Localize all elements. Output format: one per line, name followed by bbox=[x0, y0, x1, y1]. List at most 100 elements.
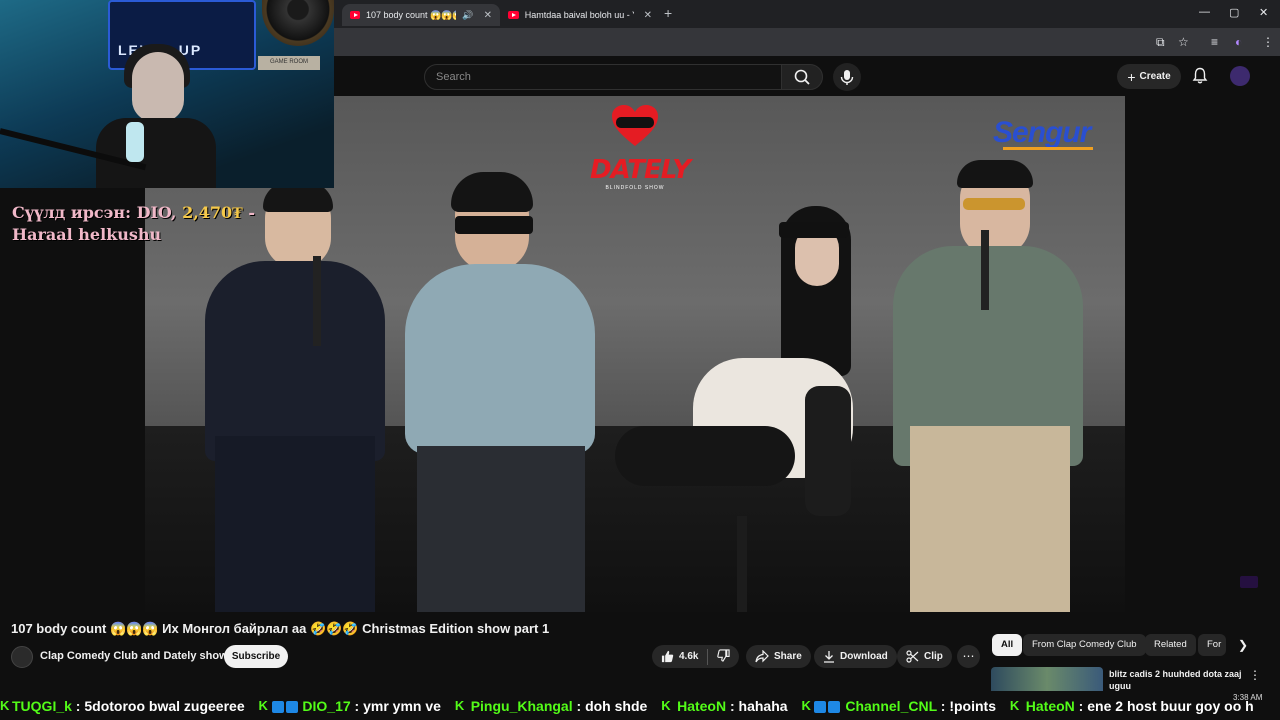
media-controls-icon[interactable]: ≡ bbox=[1211, 35, 1218, 49]
download-icon bbox=[824, 651, 834, 663]
install-app-icon[interactable]: ⧉ bbox=[1156, 35, 1165, 50]
microphone-icon bbox=[840, 70, 854, 85]
search-button[interactable] bbox=[781, 64, 823, 90]
more-icon: ⋯ bbox=[962, 649, 975, 663]
streamer-webcam: LEVEL UP GAME ROOM bbox=[0, 0, 334, 188]
chat-user: HateoN bbox=[1025, 698, 1075, 714]
chat-user: TUQGI_k bbox=[12, 698, 72, 714]
chat-user: Channel_CNL bbox=[845, 698, 937, 714]
tab-active-video[interactable]: 107 body count 😱😱😱 Их 🔊 ✕ bbox=[342, 4, 500, 26]
streamer-body bbox=[96, 118, 216, 188]
channel-name[interactable]: Clap Comedy Club and Dately show bbox=[40, 650, 228, 662]
minimize-button[interactable]: — bbox=[1199, 6, 1210, 18]
chat-user: DIO_17 bbox=[302, 698, 351, 714]
bell-icon bbox=[1192, 67, 1208, 84]
like-count: 4.6k bbox=[679, 651, 699, 662]
download-label: Download bbox=[840, 651, 888, 662]
streamer-microphone bbox=[126, 122, 144, 162]
thumbs-up-icon bbox=[661, 650, 674, 663]
recommended-title[interactable]: blitz cadis 2 huuhded dota zaaj uguu bbox=[1109, 668, 1245, 692]
chat-message: K HateoN : hahaha bbox=[661, 698, 788, 714]
chip-for-you[interactable]: For bbox=[1198, 634, 1226, 656]
account-avatar[interactable] bbox=[1230, 66, 1250, 86]
chip-all[interactable]: All bbox=[992, 634, 1023, 656]
create-button[interactable]: + Create bbox=[1117, 64, 1181, 89]
thumbs-down-icon bbox=[717, 648, 731, 662]
screen: 107 body count 😱😱😱 Их 🔊 ✕ Hamtdaa baival… bbox=[0, 0, 1280, 720]
chat-message: K Pingu_Khangal : doh shde bbox=[454, 698, 648, 714]
share-label: Share bbox=[774, 651, 802, 662]
heart-blindfold-icon bbox=[612, 105, 658, 146]
dately-wordmark: DATELY bbox=[590, 155, 691, 185]
badge-icon bbox=[814, 701, 827, 714]
tab-second-video[interactable]: Hamtdaa baival boloh uu - You ✕ bbox=[500, 4, 660, 26]
chat-user: HateoN bbox=[677, 698, 727, 714]
kick-icon: K bbox=[1009, 698, 1020, 713]
kick-icon: K bbox=[0, 698, 10, 713]
chat-message: K DIO_17 : ymr ymn ve bbox=[258, 698, 441, 714]
video-title: 107 body count 😱😱😱 Их Монгол байрлал аа … bbox=[11, 621, 550, 636]
badge-icon bbox=[285, 701, 298, 714]
system-clock: 3:38 AM bbox=[1233, 693, 1263, 702]
chat-message: K TUQGI_k : 5dotoroo bwal zugeeree bbox=[0, 698, 245, 714]
kick-icon: K bbox=[801, 698, 811, 713]
like-dislike-group: 4.6k bbox=[652, 645, 740, 668]
donation-alert: Сүүлд ирсэн: DIO, 2,470₮ - Haraal helkush… bbox=[12, 202, 257, 246]
search-input[interactable]: Search bbox=[424, 64, 782, 90]
channel-avatar[interactable] bbox=[11, 646, 33, 668]
tab-title: Hamtdaa baival boloh uu - You bbox=[524, 10, 634, 20]
clip-label: Clip bbox=[924, 651, 943, 662]
chat-text: hahaha bbox=[738, 698, 788, 714]
recommended-thumbnail[interactable] bbox=[991, 667, 1103, 691]
close-window-button[interactable]: ✕ bbox=[1259, 6, 1268, 19]
donation-amount: 2,470₮ bbox=[182, 203, 243, 222]
divider bbox=[707, 648, 709, 665]
dately-logo: DATELY BLINDFOLD SHOW bbox=[590, 104, 691, 191]
chat-text: !points bbox=[949, 698, 996, 714]
dislike-button[interactable] bbox=[717, 648, 731, 665]
chip-from-channel[interactable]: From Clap Comedy Club bbox=[1023, 634, 1146, 656]
share-icon bbox=[755, 650, 769, 663]
badge-icon bbox=[828, 701, 841, 714]
download-button[interactable]: Download bbox=[814, 645, 897, 668]
search-icon bbox=[794, 69, 810, 85]
chevron-right-icon[interactable]: ❯ bbox=[1238, 638, 1248, 652]
tab-close-icon[interactable]: ✕ bbox=[644, 10, 652, 21]
scissors-icon bbox=[906, 650, 919, 663]
browser-menu-icon[interactable]: ⋮ bbox=[1262, 35, 1274, 49]
stool bbox=[805, 386, 851, 516]
chip-related[interactable]: Related bbox=[1145, 634, 1196, 656]
speaker-icon: 🔊 bbox=[462, 9, 474, 20]
tab-close-icon[interactable]: ✕ bbox=[484, 10, 492, 21]
create-label: Create bbox=[1139, 71, 1171, 82]
chat-text: ymr ymn ve bbox=[363, 698, 441, 714]
dately-subtitle: BLINDFOLD SHOW bbox=[605, 185, 665, 191]
bookmark-star-icon[interactable]: ☆ bbox=[1178, 35, 1189, 49]
share-button[interactable]: Share bbox=[746, 645, 811, 668]
new-tab-button[interactable]: + bbox=[664, 5, 672, 21]
donation-label: Сүүлд ирсэн: DIO, bbox=[12, 203, 183, 222]
restore-button[interactable]: ▢ bbox=[1229, 6, 1239, 19]
voice-search-button[interactable] bbox=[833, 63, 861, 91]
channel-watermark-icon[interactable] bbox=[1240, 576, 1258, 588]
notifications-button[interactable] bbox=[1192, 67, 1208, 90]
recommended-menu-icon[interactable]: ⋮ bbox=[1249, 668, 1261, 682]
badge-icon bbox=[271, 701, 284, 714]
tab-title: 107 body count 😱😱😱 Их bbox=[365, 9, 456, 20]
dartboard bbox=[262, 0, 334, 46]
kick-icon: K bbox=[258, 698, 268, 713]
sponsor-logo: Sengur bbox=[993, 116, 1091, 149]
youtube-favicon-icon bbox=[508, 11, 519, 19]
plus-icon: + bbox=[1127, 68, 1136, 85]
profile-icon[interactable]: ◐ bbox=[1235, 35, 1242, 49]
subscribe-button[interactable]: Subscribe bbox=[224, 645, 288, 668]
kick-icon: K bbox=[661, 698, 671, 713]
kick-icon: K bbox=[454, 698, 465, 713]
chat-text: ene 2 host buur goy oo h bbox=[1087, 698, 1254, 714]
more-actions-button[interactable]: ⋯ bbox=[957, 645, 980, 668]
clip-button[interactable]: Clip bbox=[897, 645, 952, 668]
chat-text: doh shde bbox=[585, 698, 648, 714]
chat-message: K HateoN : ene 2 host buur goy oo h bbox=[1009, 698, 1254, 714]
like-button[interactable]: 4.6k bbox=[661, 650, 698, 663]
streamer-face bbox=[132, 52, 184, 122]
